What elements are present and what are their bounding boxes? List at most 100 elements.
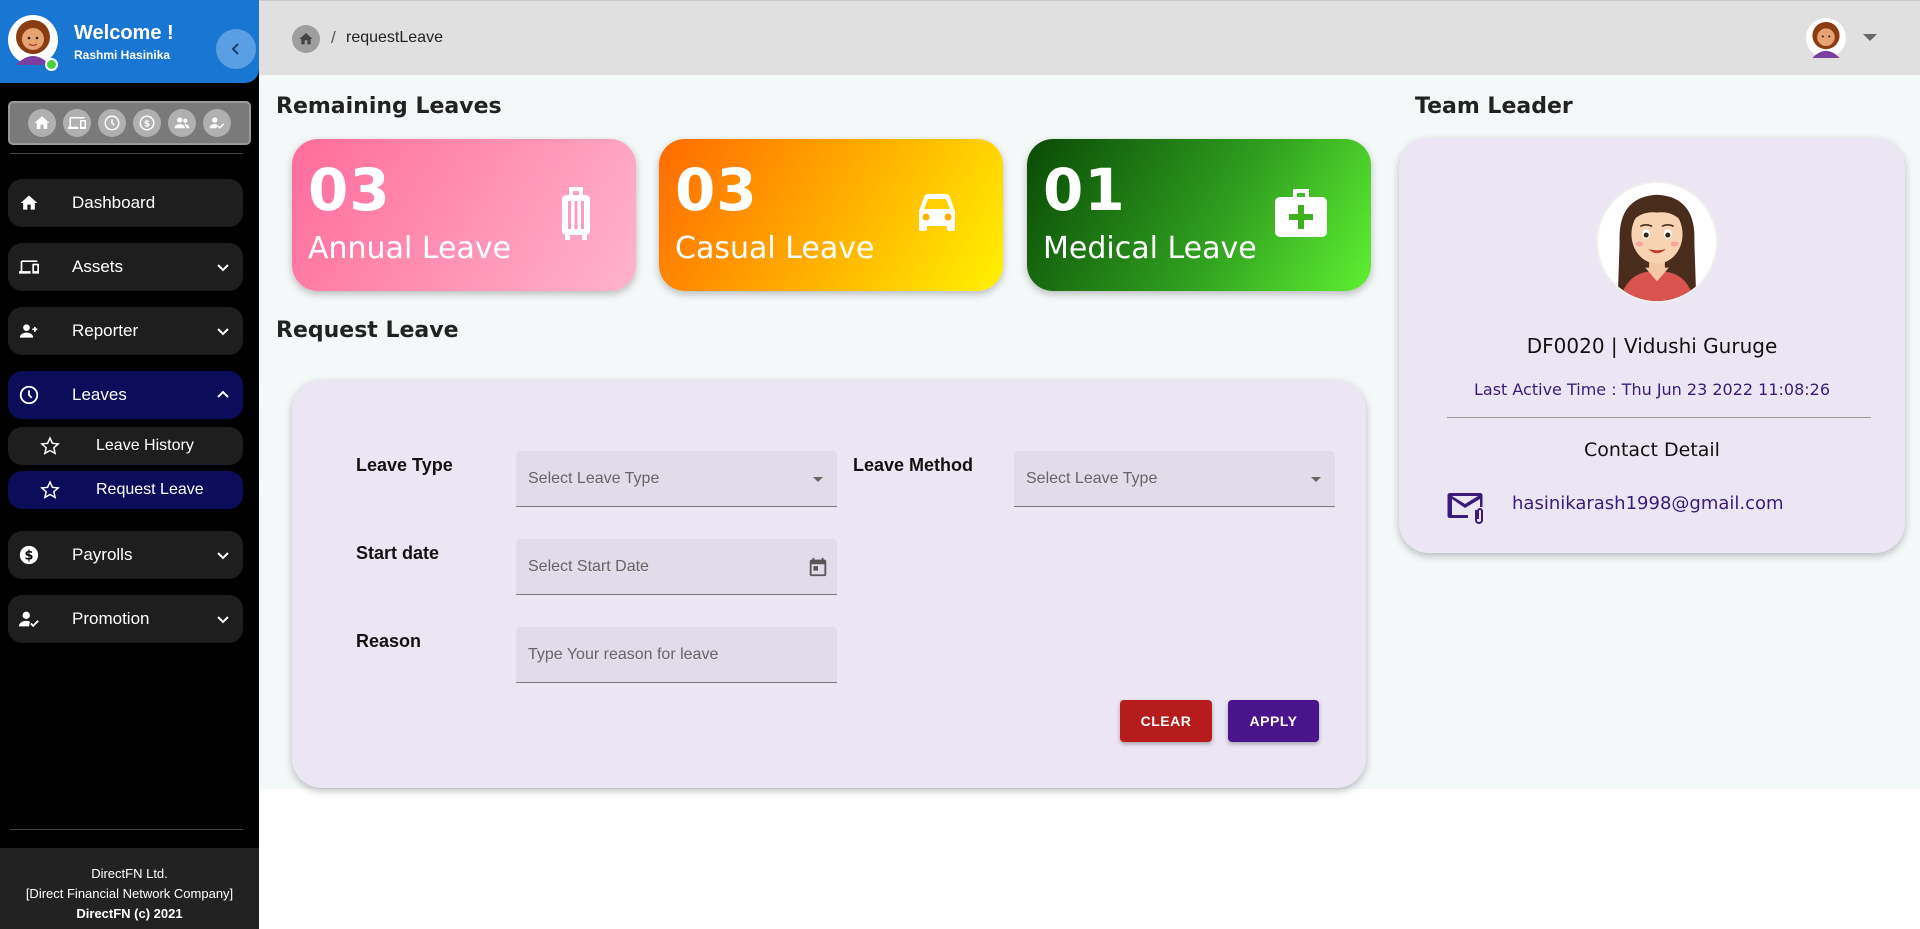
nav-dashboard[interactable]: Dashboard (8, 179, 243, 227)
nav-payrolls-label: Payrolls (72, 545, 133, 564)
breadcrumb-current: requestLeave (346, 29, 443, 46)
casual-leave-count: 03 (675, 156, 758, 224)
user-name: Rashmi Hasinika (74, 48, 171, 62)
nav-request-leave[interactable]: Request Leave (8, 471, 243, 509)
team-leader-title: Team Leader (1415, 94, 1573, 119)
svg-text:$: $ (25, 549, 34, 564)
breadcrumb-separator: / (331, 28, 336, 47)
medical-kit-icon (1275, 189, 1327, 237)
nav-reporter-label: Reporter (72, 321, 139, 340)
nav-promotion[interactable]: Promotion (8, 595, 243, 643)
dollar-icon: $ (18, 544, 40, 566)
reason-label: Reason (356, 631, 422, 651)
remaining-leaves-title: Remaining Leaves (276, 94, 502, 119)
dropdown-arrow-icon (1311, 477, 1321, 482)
star-icon (40, 480, 60, 499)
quick-home-button[interactable] (28, 109, 56, 137)
nav-leaves[interactable]: Leaves (8, 371, 243, 419)
nav-promotion-label: Promotion (72, 609, 150, 628)
top-bar: / requestLeave (259, 0, 1920, 75)
chevron-down-icon (217, 616, 229, 624)
nav-assets[interactable]: Assets (8, 243, 243, 291)
chevron-down-icon (217, 264, 229, 272)
quick-leaves-button[interactable] (98, 109, 126, 137)
people-icon (174, 117, 190, 129)
team-leader-name: DF0020 | Vidushi Guruge (1526, 334, 1778, 358)
team-leader-last-active: Last Active Time : Thu Jun 23 2022 11:08… (1473, 380, 1831, 399)
account-avatar[interactable] (1806, 18, 1846, 58)
sidebar-divider (10, 153, 243, 154)
start-date-input[interactable]: Select Start Date (516, 539, 837, 595)
chevron-down-icon (217, 552, 229, 560)
clear-button[interactable]: CLEAR (1120, 700, 1212, 742)
medical-leave-count: 01 (1043, 156, 1126, 224)
nav-request-leave-label: Request Leave (96, 481, 204, 498)
start-date-label: Start date (356, 543, 440, 563)
apply-button[interactable]: APPLY (1228, 700, 1319, 742)
nav-payrolls[interactable]: $ Payrolls (8, 531, 243, 579)
annual-leave-count: 03 (308, 156, 391, 224)
home-icon (299, 33, 313, 45)
leave-type-placeholder: Select Leave Type (528, 470, 660, 487)
team-leader-divider (1447, 417, 1871, 418)
chevron-down-icon (217, 328, 229, 336)
sidebar-footer: DirectFN Ltd. [Direct Financial Network … (0, 848, 259, 929)
profile-header: Welcome ! Rashmi Hasinika (0, 0, 259, 83)
clock-icon (18, 384, 40, 406)
clock-icon (104, 115, 120, 131)
leave-method-label: Leave Method (853, 455, 974, 475)
nav-assets-label: Assets (72, 257, 124, 276)
devices-icon (68, 117, 86, 129)
calendar-icon[interactable] (807, 556, 829, 578)
contact-detail-title: Contact Detail (1584, 439, 1720, 461)
quick-payroll-button[interactable]: $ (133, 109, 161, 137)
car-icon (919, 194, 955, 231)
welcome-text: Welcome ! (74, 22, 174, 44)
footer-company: DirectFN Ltd. (91, 866, 168, 881)
footer-copyright: DirectFN (c) 2021 (76, 906, 183, 921)
chevron-left-icon (231, 43, 239, 55)
nav-leaves-label: Leaves (72, 385, 127, 404)
medical-leave-label: Medical Leave (1043, 231, 1257, 266)
quick-assets-button[interactable] (63, 109, 91, 137)
casual-leave-card: 03 Casual Leave (659, 139, 1003, 291)
home-icon (18, 192, 40, 214)
footer-company-full: [Direct Financial Network Company] (25, 886, 234, 901)
team-leader-card: DF0020 | Vidushi Guruge Last Active Time… (1399, 138, 1905, 553)
leave-method-select[interactable]: Select Leave Type (1014, 451, 1335, 507)
nav-reporter[interactable]: Reporter (8, 307, 243, 355)
nav-leave-history[interactable]: Leave History (8, 427, 243, 465)
sidebar-footer-divider (10, 829, 243, 830)
quick-promotion-button[interactable] (203, 109, 231, 137)
home-icon (34, 116, 50, 129)
sidebar-collapse-button[interactable] (216, 29, 256, 69)
leave-type-select[interactable]: Select Leave Type (516, 451, 837, 507)
leave-method-placeholder: Select Leave Type (1026, 470, 1158, 487)
medical-leave-card: 01 Medical Leave (1027, 139, 1371, 291)
start-date-placeholder: Select Start Date (528, 558, 649, 575)
annual-leave-card: 03 Annual Leave (292, 139, 636, 291)
team-leader-avatar (1596, 181, 1718, 303)
nav-dashboard-label: Dashboard (72, 193, 156, 212)
account-menu-caret-icon[interactable] (1863, 34, 1877, 41)
quick-access-bar: $ (8, 101, 251, 145)
nav-leave-history-label: Leave History (96, 437, 194, 454)
chevron-up-icon (217, 390, 229, 398)
devices-icon (18, 256, 40, 278)
sidebar: Welcome ! Rashmi Hasinika $ Dashboard As… (0, 0, 259, 929)
online-status-dot (45, 58, 58, 71)
user-check-icon (18, 608, 40, 630)
leave-type-label: Leave Type (356, 455, 453, 475)
reason-input[interactable]: Type Your reason for leave (516, 627, 837, 683)
quick-people-button[interactable] (168, 109, 196, 137)
person-add-icon (18, 320, 40, 342)
star-icon (40, 436, 60, 455)
breadcrumb-home-button[interactable] (292, 25, 320, 53)
luggage-icon (562, 187, 590, 240)
dropdown-arrow-icon (813, 477, 823, 482)
svg-text:$: $ (144, 119, 150, 129)
request-leave-title: Request Leave (276, 318, 459, 343)
mail-attachment-icon (1447, 493, 1483, 524)
team-leader-email-link[interactable]: hasinikarash1998@gmail.com (1512, 493, 1784, 514)
user-check-icon (209, 117, 225, 129)
